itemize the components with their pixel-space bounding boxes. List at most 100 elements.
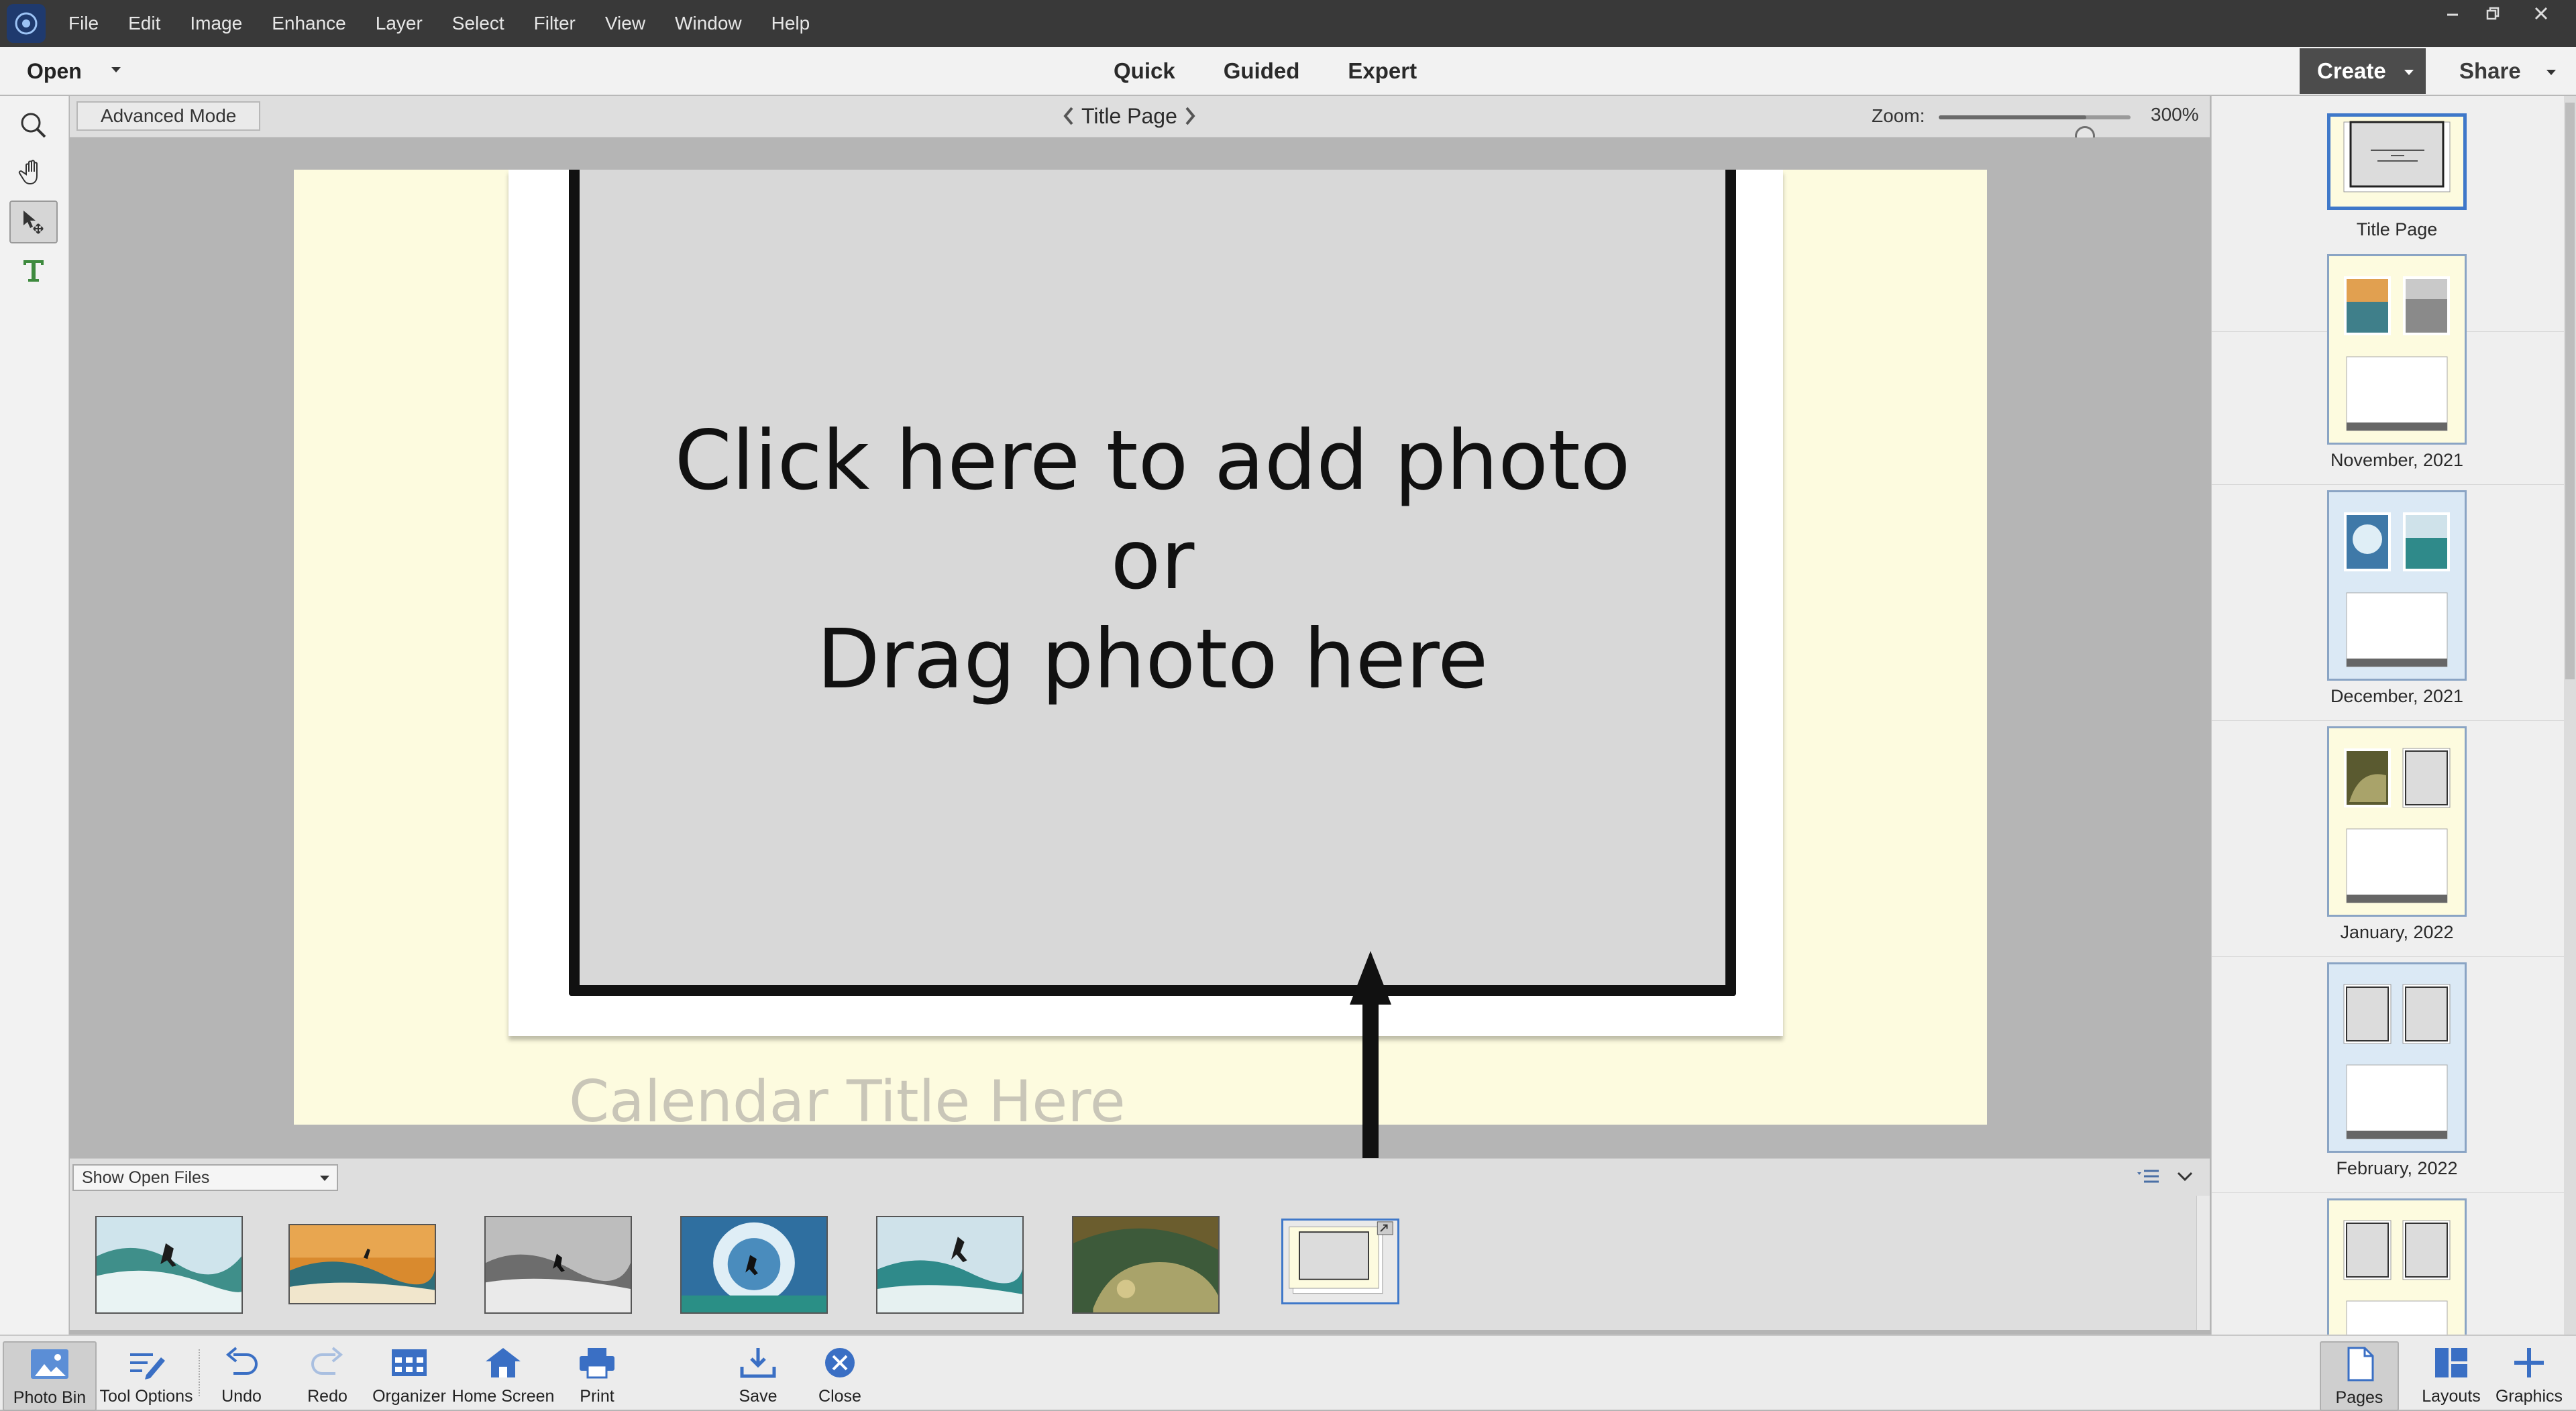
bin-thumbnail[interactable] [1072,1216,1220,1314]
photo-bin-button[interactable]: Photo Bin [3,1341,97,1411]
move-tool-icon[interactable] [9,201,58,243]
november-page-preview [2344,276,2450,431]
menu-help[interactable]: Help [757,13,825,34]
page-thumbnail[interactable] [2327,726,2467,917]
undo-label: Undo [221,1387,262,1406]
bin-options-icon[interactable] [2136,1168,2160,1184]
next-page-icon[interactable] [1183,105,1197,127]
print-button[interactable]: Print [550,1341,644,1411]
page-item-march-2022[interactable] [2212,1193,2565,1346]
organizer-label: Organizer [372,1387,446,1406]
bin-thumbnail[interactable] [95,1216,243,1314]
undo-button[interactable]: Undo [195,1341,288,1411]
taskbar: Photo Bin Tool Options Undo Redo Organiz… [0,1335,2576,1411]
bin-thumbnail[interactable] [876,1216,1024,1314]
title-page-project-thumbnail[interactable] [1281,1219,1399,1304]
page-item-february-2022[interactable]: February, 2022 [2212,957,2565,1193]
page-thumbnail[interactable] [2327,1198,2467,1346]
app-logo-icon[interactable] [7,4,46,43]
close-window-icon[interactable] [2521,0,2561,27]
tool-options-label: Tool Options [99,1387,193,1406]
tab-expert[interactable]: Expert [1348,58,1417,84]
open-button[interactable]: Open [27,54,82,89]
bin-thumbnail[interactable] [288,1224,436,1304]
open-dropdown-icon[interactable] [110,66,122,74]
undo-icon [221,1341,262,1384]
minimize-icon[interactable] [2432,0,2473,27]
create-button[interactable]: Create [2300,48,2426,94]
january-page-preview [2344,748,2451,903]
bin-thumbnail[interactable] [680,1216,828,1314]
save-icon [738,1341,778,1384]
restore-icon[interactable] [2473,0,2513,27]
surfer-spray-photo [682,1217,826,1312]
save-label: Save [739,1387,777,1406]
zoom-tool-icon[interactable] [9,104,58,147]
menu-file[interactable]: File [54,13,113,34]
create-label: Create [2317,58,2386,83]
menu-enhance[interactable]: Enhance [257,13,361,34]
tab-guided[interactable]: Guided [1224,58,1300,84]
organizer-button[interactable]: Organizer [362,1341,456,1411]
print-icon [577,1341,617,1384]
menu-edit[interactable]: Edit [113,13,175,34]
menu-image[interactable]: Image [175,13,257,34]
type-tool-icon[interactable] [9,249,58,292]
previous-page-icon[interactable] [1061,105,1076,127]
redo-icon [307,1341,347,1384]
december-page-preview [2344,512,2450,667]
show-files-dropdown[interactable]: Show Open Files [72,1164,338,1191]
bin-scrollbar[interactable] [2196,1196,2210,1330]
menu-layer[interactable]: Layer [361,13,437,34]
page-thumbnail[interactable] [2327,254,2467,445]
february-page-preview [2343,984,2451,1139]
share-button[interactable]: Share [2442,48,2576,94]
bin-thumbnail[interactable] [484,1216,632,1314]
collapse-bin-icon[interactable] [2176,1170,2194,1183]
page-title: Title Page [1081,103,1177,128]
menu-window[interactable]: Window [660,13,757,34]
page-item-december-2021[interactable]: December, 2021 [2212,485,2565,721]
layouts-icon [2431,1341,2471,1384]
calendar-title-placeholder[interactable]: Calendar Title Here [569,1068,1126,1135]
page-item-january-2022[interactable]: January, 2022 [2212,721,2565,957]
tab-quick[interactable]: Quick [1114,58,1175,84]
photo-bin [70,1196,2196,1330]
wave-barrel-photo [1073,1217,1218,1312]
home-screen-button[interactable]: Home Screen [452,1341,554,1411]
page-thumbnail[interactable] [2327,490,2467,681]
pages-scrollbar[interactable] [2564,96,2576,1335]
surfer-bw-photo [486,1217,631,1312]
march-page-preview [2343,1220,2451,1344]
close-button[interactable]: Close [793,1341,887,1411]
menu-select[interactable]: Select [437,13,519,34]
home-icon [483,1341,523,1384]
graphics-button[interactable]: Graphics [2482,1341,2576,1411]
print-label: Print [580,1387,614,1406]
placeholder-line-3: Drag photo here [816,612,1489,707]
create-dropdown-icon[interactable] [2403,68,2415,76]
home-screen-label: Home Screen [451,1387,555,1406]
share-dropdown-icon[interactable] [2545,68,2557,76]
hand-tool-icon[interactable] [9,151,58,194]
menu-view[interactable]: View [590,13,660,34]
close-label: Close [818,1387,861,1406]
page-item-november-2021[interactable]: November, 2021 [2212,249,2565,485]
pages-button[interactable]: Pages [2320,1341,2399,1411]
show-files-label: Show Open Files [82,1168,210,1187]
photo-bin-icon [30,1343,70,1386]
zoom-slider-fill [1939,115,2087,119]
redo-button[interactable]: Redo [280,1341,374,1411]
menu-filter[interactable]: Filter [519,13,590,34]
photo-placeholder[interactable]: Click here to add photo or Drag photo he… [569,170,1736,996]
tool-options-icon [126,1341,166,1384]
zoom-value: 300% [2151,104,2199,125]
page-thumbnail[interactable] [2327,962,2467,1153]
pages-scrollbar-thumb[interactable] [2565,103,2575,679]
page-thumbnail[interactable] [2327,113,2467,210]
save-button[interactable]: Save [711,1341,805,1411]
zoom-slider[interactable] [1939,115,2131,146]
tool-options-button[interactable]: Tool Options [99,1341,193,1411]
advanced-mode-button[interactable]: Advanced Mode [76,101,261,131]
page-label: December, 2021 [2330,686,2464,706]
